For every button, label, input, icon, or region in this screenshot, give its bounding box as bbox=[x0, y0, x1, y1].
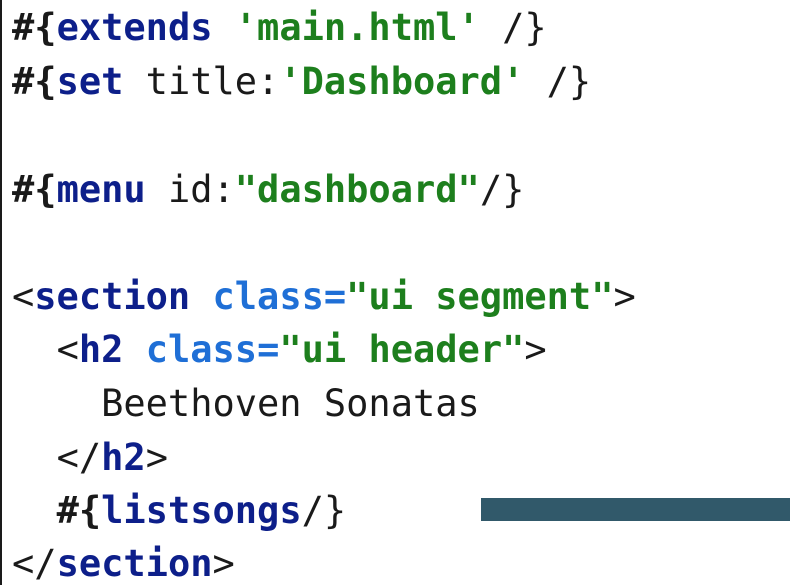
code-text: Beethoven Sonatas bbox=[12, 382, 480, 425]
code-line-11: </section> bbox=[12, 540, 235, 585]
code-line-10: #{listsongs/} bbox=[12, 487, 347, 535]
code-keyword: extends bbox=[56, 6, 213, 49]
code-string: 'Dashboard' bbox=[279, 60, 525, 103]
code-token: > bbox=[613, 275, 636, 318]
code-tag: section bbox=[34, 275, 191, 318]
code-string: 'main.html' bbox=[234, 6, 480, 49]
code-token: < bbox=[56, 328, 79, 371]
code-keyword: menu bbox=[56, 168, 146, 211]
code-token: > bbox=[212, 542, 235, 585]
code-string: "dashboard" bbox=[234, 168, 480, 211]
code-token: /} bbox=[301, 489, 347, 532]
code-token: #{ bbox=[12, 168, 57, 211]
code-tag: h2 bbox=[101, 436, 146, 479]
code-attribute: class= bbox=[145, 328, 280, 371]
code-tag: section bbox=[56, 542, 213, 585]
code-line-6: <section class="ui segment"> bbox=[12, 273, 636, 321]
code-token: #{ bbox=[56, 489, 102, 532]
code-token: </ bbox=[12, 542, 57, 585]
horizontal-scrollbar[interactable] bbox=[481, 498, 790, 521]
code-attribute: class= bbox=[212, 275, 347, 318]
code-token: #{ bbox=[12, 6, 57, 49]
code-token: > bbox=[145, 436, 168, 479]
code-tag: h2 bbox=[78, 328, 124, 371]
code-string: "ui segment" bbox=[346, 275, 614, 318]
code-keyword: set bbox=[56, 60, 124, 103]
code-line-1: #{extends 'main.html' /} bbox=[12, 4, 547, 52]
code-line-2: #{set title:'Dashboard' /} bbox=[12, 58, 591, 106]
code-line-4: #{menu id:"dashboard"/} bbox=[12, 166, 524, 214]
code-editor[interactable]: #{extends 'main.html' /} #{set title:'Da… bbox=[0, 0, 790, 585]
code-token: /} bbox=[479, 6, 547, 49]
code-token: /} bbox=[479, 168, 525, 211]
code-token: title: bbox=[123, 60, 280, 103]
code-line-7: <h2 class="ui header"> bbox=[12, 326, 547, 374]
code-token: #{ bbox=[12, 60, 57, 103]
code-token: /} bbox=[524, 60, 592, 103]
code-token: < bbox=[12, 275, 35, 318]
code-string: "ui header" bbox=[279, 328, 525, 371]
code-token: </ bbox=[56, 436, 102, 479]
code-keyword: listsongs bbox=[101, 489, 302, 532]
code-line-8: Beethoven Sonatas bbox=[12, 380, 480, 428]
code-token: > bbox=[524, 328, 547, 371]
code-token: id: bbox=[145, 168, 235, 211]
code-line-9: </h2> bbox=[12, 434, 168, 482]
